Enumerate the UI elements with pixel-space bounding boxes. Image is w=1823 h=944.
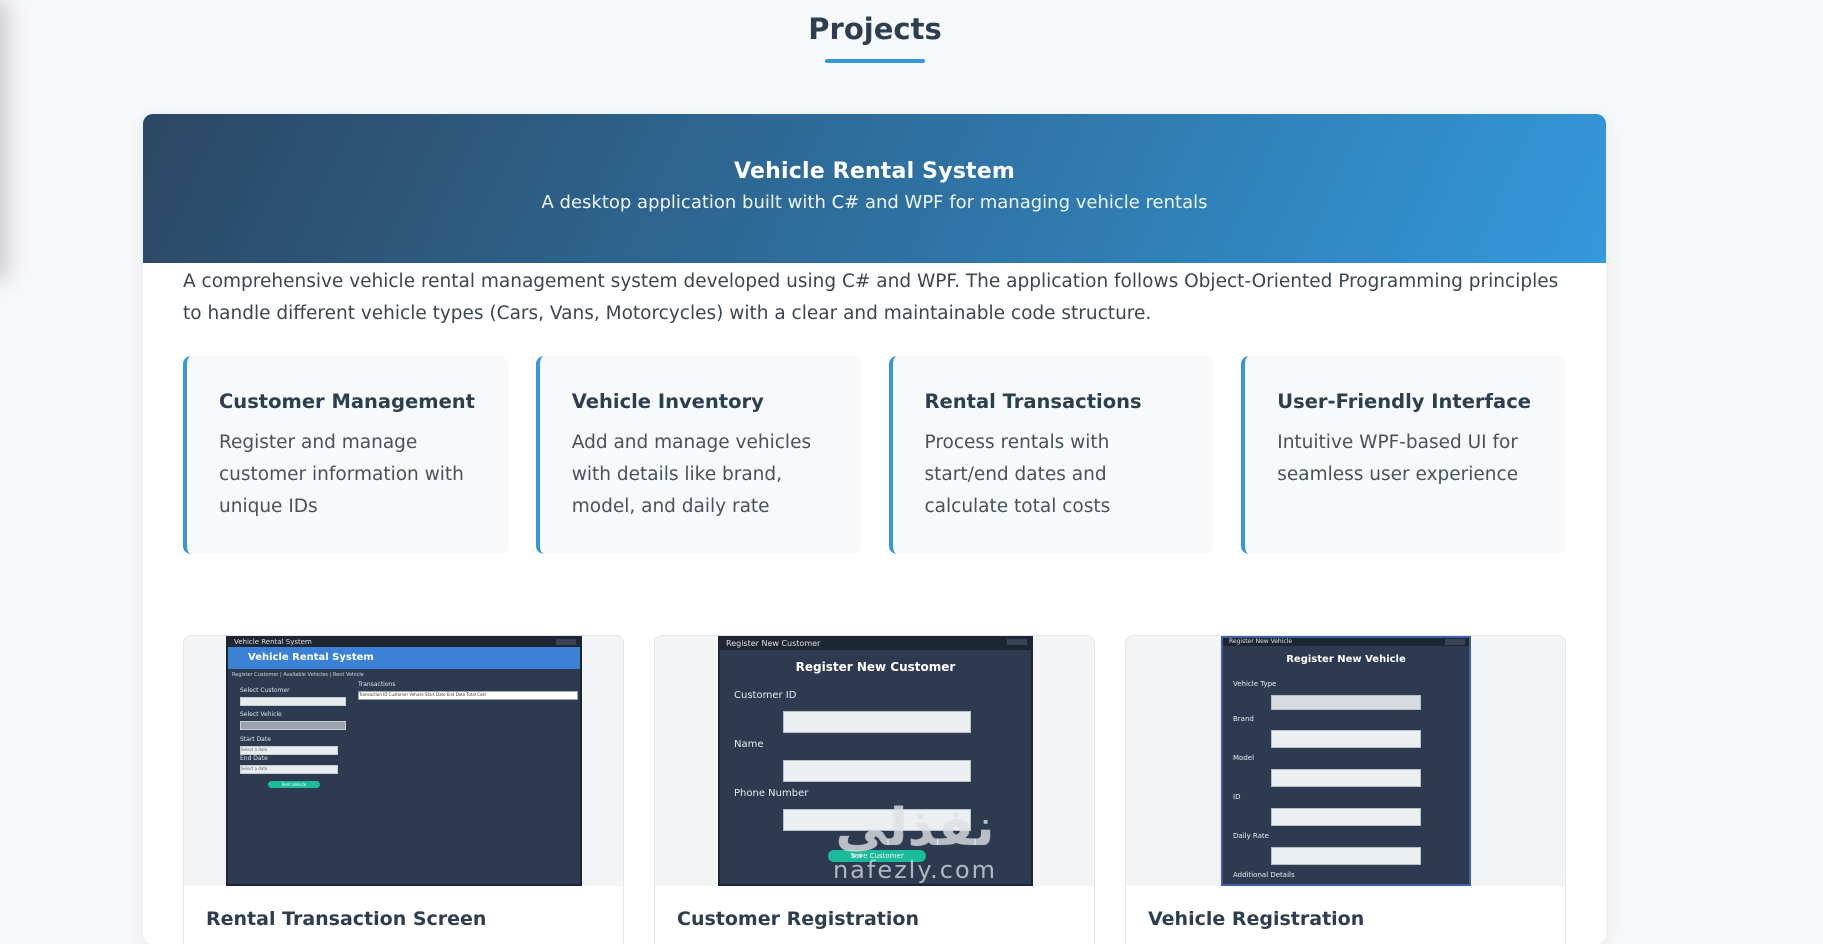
phone-field — [783, 809, 971, 831]
field-label: Brand — [1233, 715, 1254, 723]
form-heading: Register New Vehicle — [1286, 654, 1406, 665]
save-customer-button: Save Customer — [828, 850, 926, 862]
transactions-label: Transactions — [358, 681, 396, 688]
window-title: Register New Customer — [726, 639, 821, 648]
app-window-mock: Vehicle Rental System Vehicle Rental Sys… — [226, 636, 582, 886]
customer-id-field — [783, 711, 971, 733]
project-header: Vehicle Rental System A desktop applicat… — [143, 114, 1606, 263]
feature-card: Vehicle Inventory Add and manage vehicle… — [535, 356, 861, 554]
feature-title: Customer Management — [219, 390, 476, 413]
screenshot-caption: Customer Registration — [677, 908, 919, 930]
feature-text: Add and manage vehicles with details lik… — [571, 432, 812, 517]
field-label: Name — [734, 739, 764, 750]
screenshot-caption: Vehicle Registration — [1148, 908, 1365, 930]
app-titlebar: Register New Vehicle — [1223, 638, 1469, 646]
field-label: Select Vehicle — [240, 711, 282, 718]
screenshot-caption: Rental Transaction Screen — [206, 908, 487, 930]
feature-title: Vehicle Inventory — [571, 390, 764, 413]
field-label: Customer ID — [734, 690, 797, 701]
rent-vehicle-button: Rent Vehicle — [268, 781, 320, 788]
screenshot-gallery: Vehicle Rental System Vehicle Rental Sys… — [183, 635, 1566, 944]
feature-title: Rental Transactions — [924, 390, 1142, 413]
field-label: ID — [1233, 793, 1241, 801]
title-underline — [825, 59, 925, 63]
id-field — [1271, 808, 1421, 826]
form-heading: Register New Customer — [795, 660, 956, 674]
field-label: Phone Number — [734, 788, 809, 799]
vehicle-select — [240, 721, 346, 730]
field-label: End Date — [240, 755, 268, 762]
field-label: Model — [1233, 754, 1255, 762]
field-label: Select Customer — [240, 687, 290, 694]
transactions-grid-header: Transaction ID Customer Vehicle Start Da… — [358, 691, 578, 700]
screenshot-card[interactable]: Vehicle Rental System Vehicle Rental Sys… — [183, 635, 624, 944]
field-label: Additional Details — [1233, 871, 1295, 879]
project-title: Vehicle Rental System — [733, 159, 1016, 184]
feature-card: Customer Management Register and manage … — [183, 356, 508, 554]
window-title: Vehicle Rental System — [234, 638, 312, 646]
screenshot-image[interactable]: Vehicle Rental System Vehicle Rental Sys… — [184, 636, 623, 886]
app-titlebar: Register New Customer — [720, 638, 1031, 650]
tab-strip: Register Customer | Available Vehicles |… — [232, 672, 364, 678]
screenshot-card[interactable]: Register New Vehicle Register New Vehicl… — [1125, 635, 1566, 944]
window-controls-icon — [1007, 639, 1027, 645]
feature-title: User-Friendly Interface — [1277, 390, 1531, 413]
daily-rate-field — [1271, 847, 1421, 865]
screenshot-image[interactable]: Register New Customer Register New Custo… — [655, 636, 1094, 886]
name-field — [783, 760, 971, 782]
window-title: Register New Vehicle — [1229, 638, 1293, 645]
project-description: A comprehensive vehicle rental managemen… — [183, 271, 1559, 324]
app-titlebar: Vehicle Rental System — [228, 638, 580, 647]
field-label: Vehicle Type — [1233, 680, 1277, 688]
window-controls-icon — [1445, 639, 1465, 645]
field-label: Daily Rate — [1233, 832, 1269, 840]
end-date-field: Select a date — [240, 765, 338, 774]
model-field — [1271, 769, 1421, 787]
feature-card: User-Friendly Interface Intuitive WPF-ba… — [1241, 356, 1566, 554]
feature-text: Process rentals with start/end dates and… — [924, 432, 1111, 517]
feature-list: Customer Management Register and manage … — [183, 356, 1566, 554]
project-card: Vehicle Rental System A desktop applicat… — [143, 114, 1606, 944]
feature-text: Register and manage customer information… — [219, 432, 464, 517]
app-window-mock: Register New Vehicle Register New Vehicl… — [1221, 636, 1471, 886]
app-banner: Vehicle Rental System — [228, 647, 580, 669]
screenshot-card[interactable]: Register New Customer Register New Custo… — [654, 635, 1095, 944]
brand-field — [1271, 730, 1421, 748]
feature-text: Intuitive WPF-based UI for seamless user… — [1277, 432, 1519, 485]
project-subtitle: A desktop application built with C# and … — [541, 192, 1208, 213]
customer-select — [240, 697, 346, 706]
screenshot-image[interactable]: Register New Vehicle Register New Vehicl… — [1126, 636, 1565, 886]
section-title: Projects — [808, 12, 942, 46]
app-window-mock: Register New Customer Register New Custo… — [718, 636, 1033, 886]
window-controls-icon — [556, 639, 576, 645]
field-label: Start Date — [240, 736, 271, 743]
feature-card: Rental Transactions Process rentals with… — [888, 356, 1214, 554]
vehicle-type-select — [1271, 695, 1421, 710]
start-date-field: Select a date — [240, 746, 338, 755]
